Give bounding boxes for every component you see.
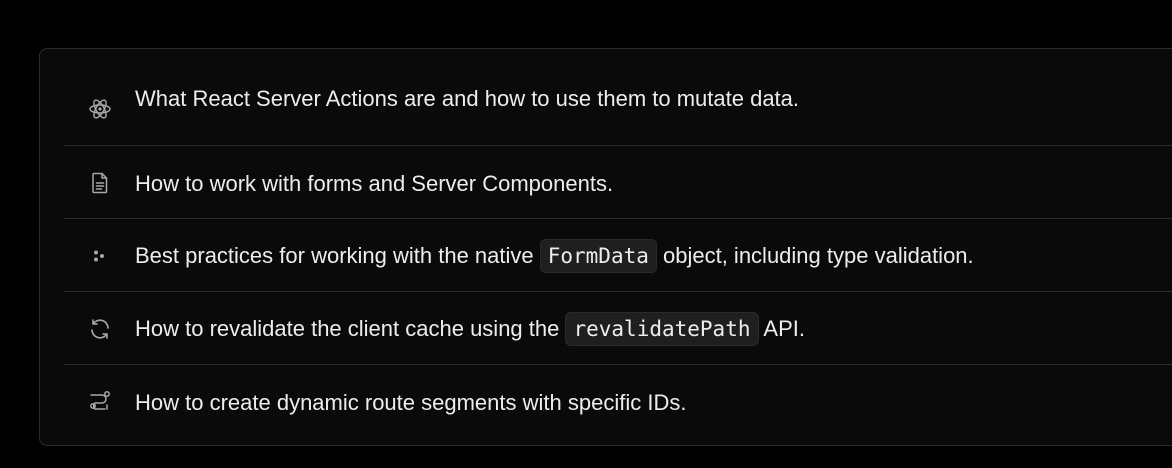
item-text-part: Best practices for working with the nati… — [135, 243, 540, 268]
objectives-list: What React Server Actions are and how to… — [64, 73, 1172, 437]
learning-objectives-card: What React Server Actions are and how to… — [39, 48, 1172, 446]
list-item: How to revalidate the client cache using… — [64, 292, 1172, 365]
dots-icon — [88, 244, 112, 268]
item-text: What React Server Actions are and how to… — [135, 86, 799, 112]
item-text-part: API. — [758, 316, 805, 341]
list-item: Best practices for working with the nati… — [64, 219, 1172, 292]
item-text-part: How to work with forms and Server Compon… — [135, 171, 614, 196]
item-text-part: How to create dynamic route segments wit… — [135, 390, 687, 415]
item-text-part: How to revalidate the client cache using… — [135, 316, 566, 341]
item-text: How to revalidate the client cache using… — [135, 312, 805, 346]
react-atom-icon — [88, 97, 112, 121]
item-text: How to work with forms and Server Compon… — [135, 171, 613, 197]
list-item: How to create dynamic route segments wit… — [64, 365, 1172, 437]
list-item: What React Server Actions are and how to… — [64, 73, 1172, 146]
list-item: How to work with forms and Server Compon… — [64, 146, 1172, 219]
document-icon — [88, 171, 112, 195]
item-text: Best practices for working with the nati… — [135, 239, 974, 273]
refresh-icon — [88, 317, 112, 341]
code-inline-revalidatepath: revalidatePath — [565, 312, 759, 346]
code-inline-formdata: FormData — [539, 239, 657, 273]
item-text-part: object, including type validation. — [656, 243, 974, 268]
item-text: How to create dynamic route segments wit… — [135, 390, 686, 416]
item-text-part: What React Server Actions are and how to… — [135, 86, 800, 111]
route-icon — [88, 389, 112, 413]
